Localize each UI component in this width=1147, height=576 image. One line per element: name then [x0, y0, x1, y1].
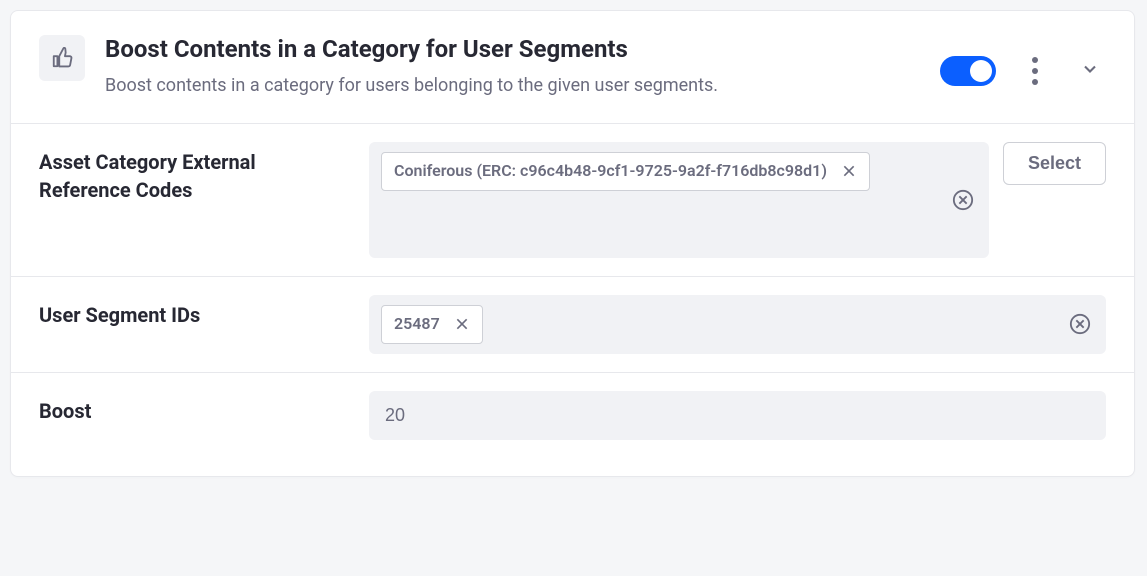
field-row-segments: User Segment IDs 25487	[11, 276, 1134, 372]
segment-tag: 25487	[381, 305, 483, 344]
field-label: User Segment IDs	[39, 295, 349, 329]
card-title: Boost Contents in a Category for User Se…	[105, 35, 920, 64]
card-description: Boost contents in a category for users b…	[105, 72, 825, 99]
toggle-knob	[970, 60, 992, 82]
remove-tag-button[interactable]	[454, 316, 470, 332]
categories-tag-well[interactable]: Coniferous (ERC: c96c4b48-9cf1-9725-9a2f…	[369, 142, 989, 258]
segment-tag-text: 25487	[394, 314, 440, 335]
field-row-boost: Boost	[11, 372, 1134, 476]
category-tag-text: Coniferous (ERC: c96c4b48-9cf1-9725-9a2f…	[394, 161, 827, 182]
select-button[interactable]: Select	[1003, 142, 1106, 185]
header-controls	[940, 33, 1106, 89]
config-card: Boost Contents in a Category for User Se…	[10, 10, 1135, 477]
collapse-chevron[interactable]	[1074, 53, 1106, 89]
clear-all-button[interactable]	[1066, 310, 1094, 338]
header-text-block: Boost Contents in a Category for User Se…	[105, 33, 920, 99]
thumbs-up-icon	[39, 35, 85, 81]
field-body: 25487	[369, 295, 1106, 354]
field-label: Asset Category External Reference Codes	[39, 142, 349, 204]
clear-all-button[interactable]	[949, 186, 977, 214]
field-label: Boost	[39, 391, 349, 425]
category-tag: Coniferous (ERC: c96c4b48-9cf1-9725-9a2f…	[381, 152, 870, 191]
card-header: Boost Contents in a Category for User Se…	[11, 11, 1134, 123]
boost-input[interactable]	[369, 391, 1106, 440]
field-row-categories: Asset Category External Reference Codes …	[11, 123, 1134, 276]
enable-toggle[interactable]	[940, 56, 996, 86]
field-body	[369, 391, 1106, 440]
segments-tag-well[interactable]: 25487	[369, 295, 1106, 354]
remove-tag-button[interactable]	[841, 163, 857, 179]
more-options-button[interactable]	[1028, 53, 1042, 89]
field-body: Coniferous (ERC: c96c4b48-9cf1-9725-9a2f…	[369, 142, 1106, 258]
